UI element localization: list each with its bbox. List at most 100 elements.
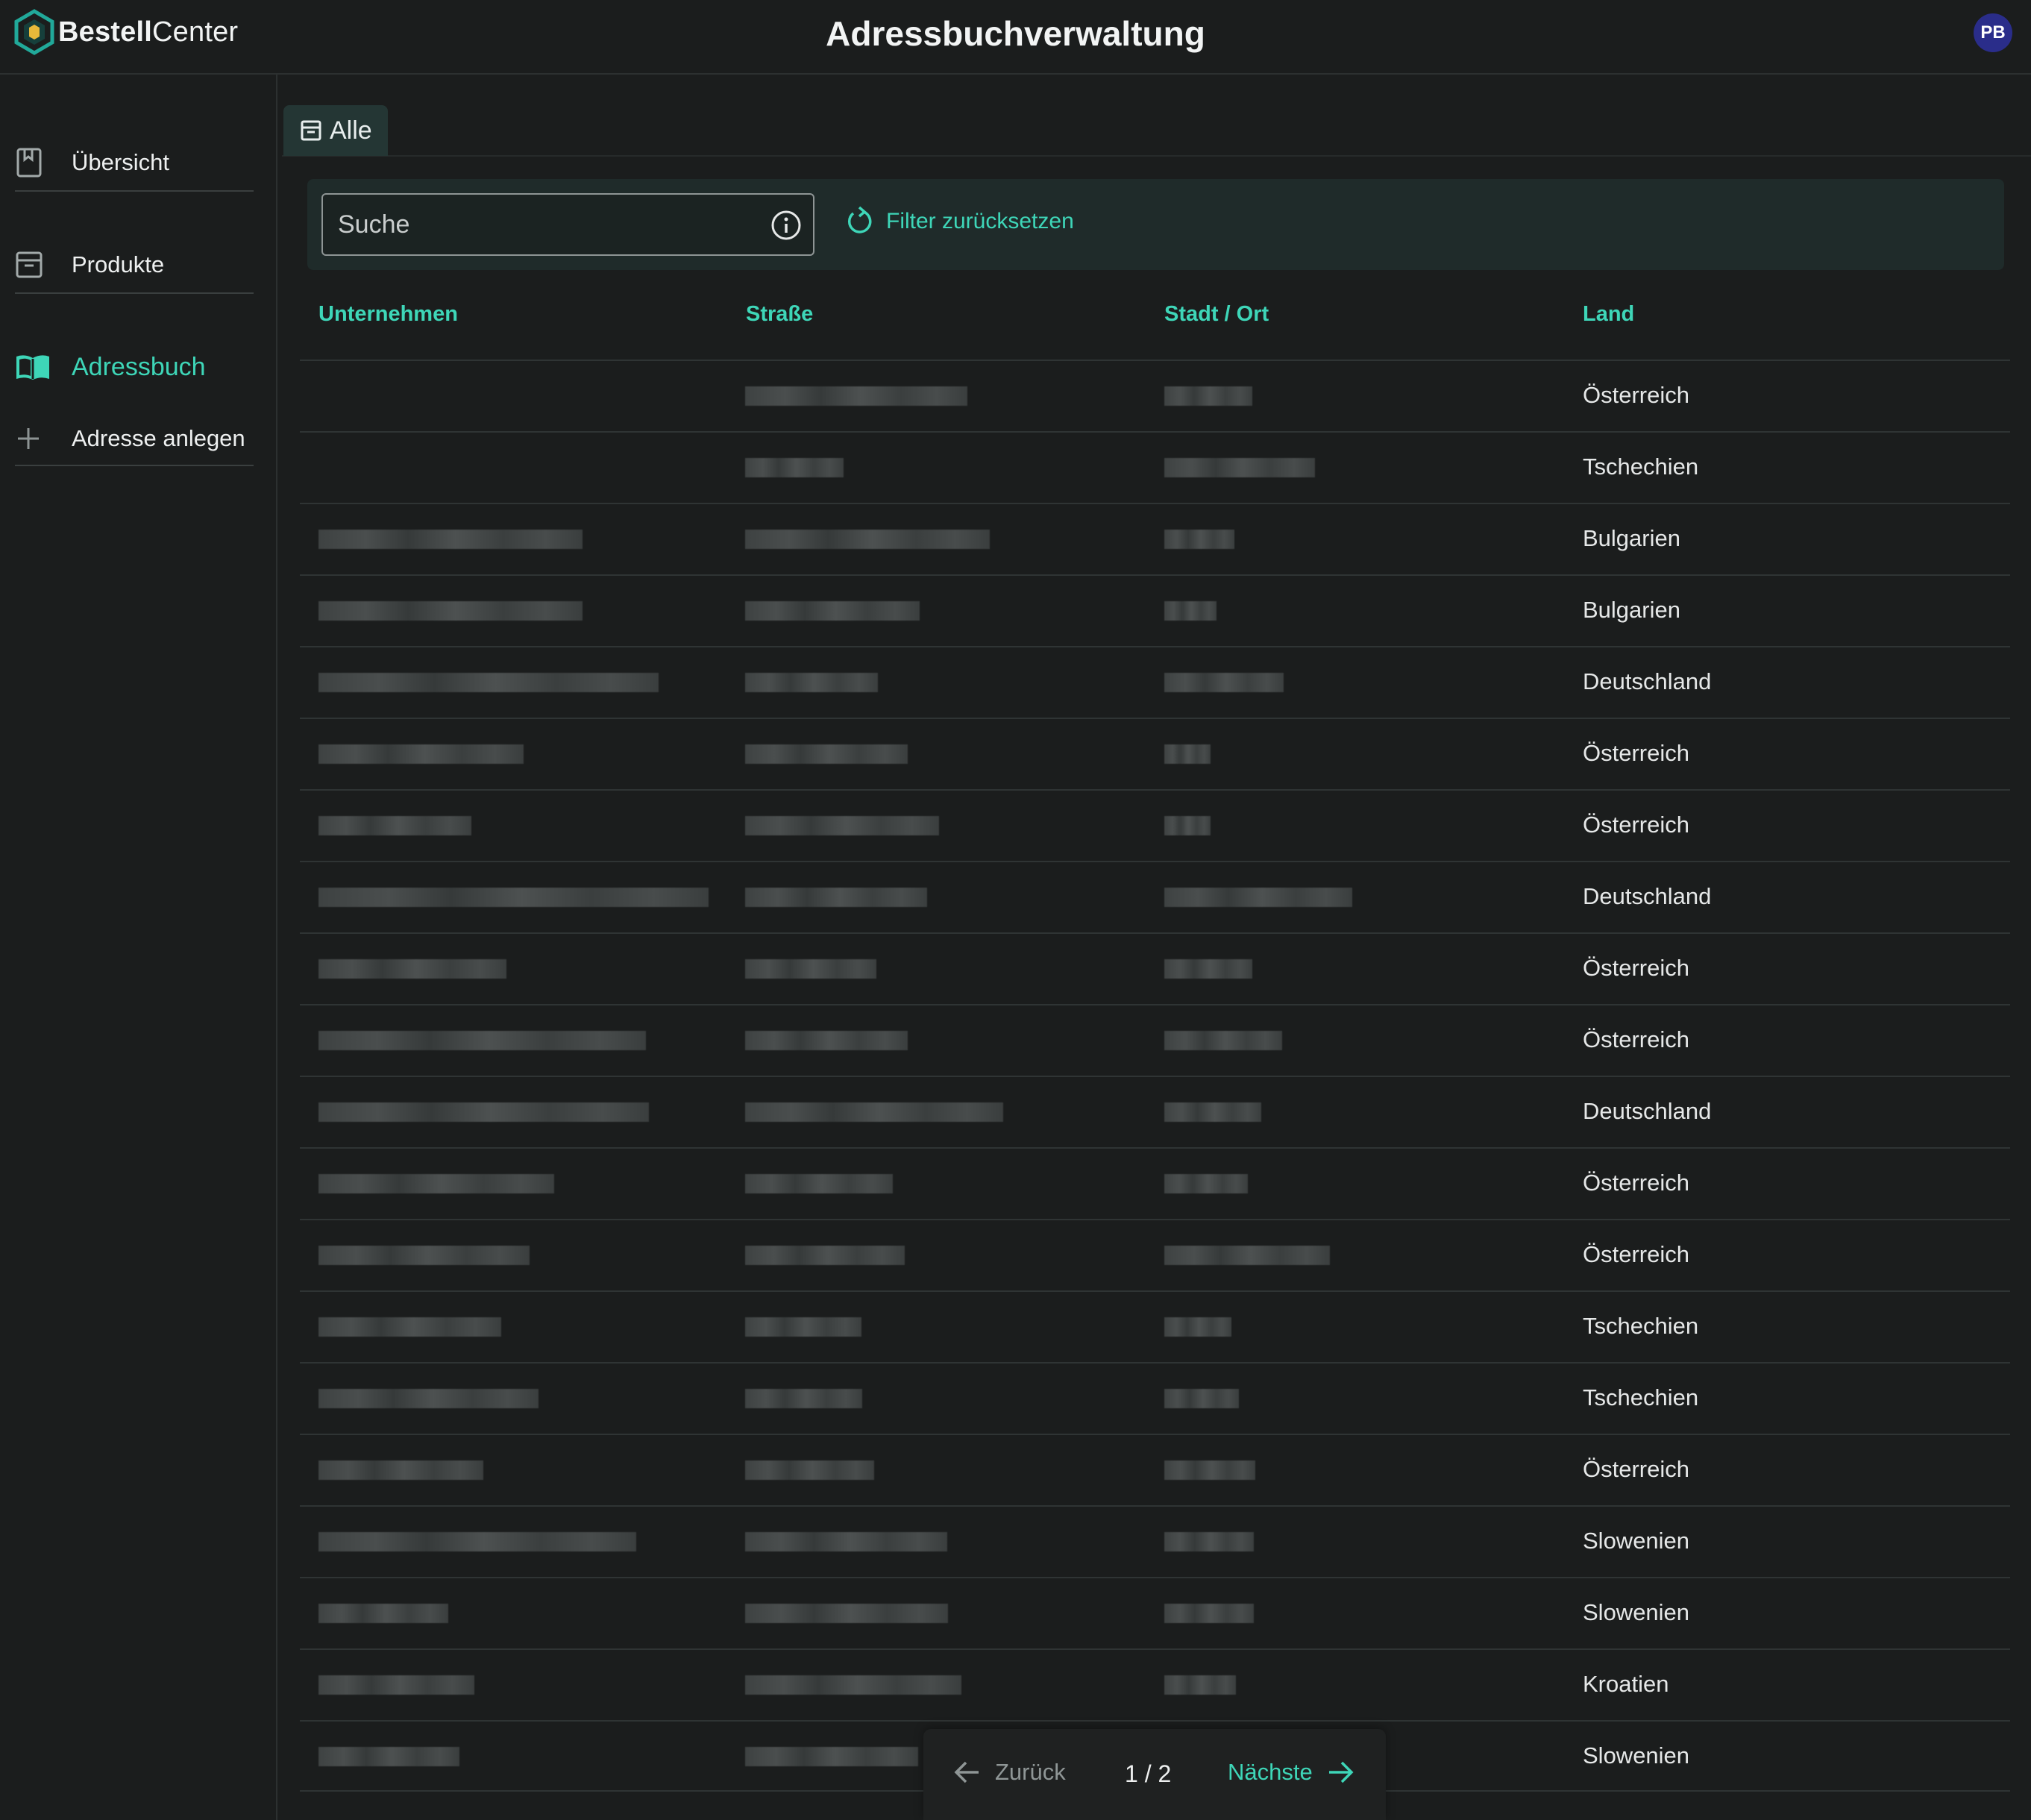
sidebar-divider bbox=[15, 190, 254, 192]
company-cell-redacted bbox=[318, 816, 471, 835]
previous-page-button[interactable]: Zurück bbox=[953, 1759, 1066, 1786]
street-cell-redacted bbox=[745, 530, 990, 549]
column-header-stadt[interactable]: Stadt / Ort bbox=[1164, 302, 1269, 327]
sidebar-item-adressbuch[interactable]: Adressbuch bbox=[15, 345, 206, 389]
company-cell-redacted bbox=[318, 1031, 646, 1050]
company-cell-redacted bbox=[318, 1317, 501, 1337]
table-row[interactable]: Deutschland bbox=[300, 646, 2010, 718]
archive-icon bbox=[301, 120, 321, 141]
column-header-land[interactable]: Land bbox=[1583, 302, 1634, 327]
app: BestellCenter Adressbuchverwaltung PB Üb… bbox=[0, 0, 2031, 1820]
street-cell-redacted bbox=[745, 888, 927, 907]
company-cell-redacted bbox=[318, 673, 659, 692]
country-cell: Deutschland bbox=[1583, 1098, 1712, 1124]
company-cell-redacted bbox=[318, 1174, 554, 1193]
table-row[interactable]: Österreich bbox=[300, 360, 2010, 431]
country-cell: Deutschland bbox=[1583, 883, 1712, 909]
previous-page-label: Zurück bbox=[995, 1759, 1066, 1785]
tab-bar: Alle bbox=[282, 104, 2031, 157]
table-row[interactable]: Österreich bbox=[300, 789, 2010, 861]
country-cell: Österreich bbox=[1583, 382, 1689, 408]
street-cell-redacted bbox=[745, 1389, 862, 1408]
street-cell-redacted bbox=[745, 601, 920, 621]
page-indicator: 1 / 2 bbox=[1125, 1760, 1172, 1787]
company-cell-redacted bbox=[318, 1675, 474, 1695]
table-row[interactable]: Slowenien bbox=[300, 1505, 2010, 1577]
table-row[interactable]: Österreich bbox=[300, 1004, 2010, 1076]
column-header-strasse[interactable]: Straße bbox=[746, 302, 813, 327]
street-cell-redacted bbox=[745, 458, 844, 477]
pagination: Zurück 1 / 2 Nächste bbox=[923, 1729, 1386, 1820]
sidebar: Übersicht Produkte Adressbuch Adresse an… bbox=[0, 75, 277, 1820]
table-row[interactable]: Bulgarien bbox=[300, 574, 2010, 646]
company-cell-redacted bbox=[318, 1102, 649, 1122]
country-cell: Österreich bbox=[1583, 955, 1689, 981]
city-cell-redacted bbox=[1164, 601, 1217, 621]
city-cell-redacted bbox=[1164, 1174, 1248, 1193]
user-avatar[interactable]: PB bbox=[1974, 13, 2012, 52]
table-row[interactable]: Tschechien bbox=[300, 431, 2010, 503]
reset-filter-label: Filter zurücksetzen bbox=[886, 209, 1074, 233]
city-cell-redacted bbox=[1164, 1389, 1239, 1408]
city-cell-redacted bbox=[1164, 816, 1211, 835]
sidebar-item-adresse-anlegen[interactable]: Adresse anlegen bbox=[15, 416, 245, 461]
company-cell-redacted bbox=[318, 1460, 483, 1480]
column-header-unternehmen[interactable]: Unternehmen bbox=[318, 302, 458, 327]
city-cell-redacted bbox=[1164, 1102, 1261, 1122]
street-cell-redacted bbox=[745, 1317, 861, 1337]
search-field bbox=[321, 193, 814, 256]
company-cell-redacted bbox=[318, 1532, 636, 1551]
next-page-label: Nächste bbox=[1228, 1759, 1313, 1785]
company-cell-redacted bbox=[318, 601, 583, 621]
tab-alle[interactable]: Alle bbox=[283, 105, 388, 156]
city-cell-redacted bbox=[1164, 386, 1252, 406]
sidebar-item-label: Adressbuch bbox=[72, 352, 206, 381]
sidebar-divider bbox=[15, 465, 254, 466]
table-row[interactable]: Tschechien bbox=[300, 1362, 2010, 1434]
table-row[interactable]: Tschechien bbox=[300, 1290, 2010, 1362]
country-cell: Österreich bbox=[1583, 1456, 1689, 1482]
city-cell-redacted bbox=[1164, 1675, 1236, 1695]
city-cell-redacted bbox=[1164, 1604, 1254, 1623]
plus-icon bbox=[15, 416, 60, 461]
table-row[interactable]: Österreich bbox=[300, 718, 2010, 789]
street-cell-redacted bbox=[745, 959, 876, 979]
table-row[interactable]: Deutschland bbox=[300, 1076, 2010, 1147]
table-row[interactable]: Österreich bbox=[300, 1147, 2010, 1219]
table-row[interactable]: Kroatien bbox=[300, 1648, 2010, 1720]
search-input[interactable] bbox=[323, 195, 770, 254]
arrow-right-icon bbox=[1328, 1761, 1354, 1783]
info-icon[interactable] bbox=[770, 210, 802, 241]
next-page-button[interactable]: Nächste bbox=[1228, 1759, 1354, 1786]
arrow-left-icon bbox=[954, 1761, 979, 1783]
country-cell: Österreich bbox=[1583, 1026, 1689, 1052]
table-row[interactable]: Slowenien bbox=[300, 1577, 2010, 1648]
street-cell-redacted bbox=[745, 1460, 874, 1480]
sidebar-item-produkte[interactable]: Produkte bbox=[15, 242, 164, 287]
sidebar-item-uebersicht[interactable]: Übersicht bbox=[15, 140, 169, 185]
country-cell: Slowenien bbox=[1583, 1599, 1690, 1625]
country-cell: Bulgarien bbox=[1583, 597, 1680, 623]
city-cell-redacted bbox=[1164, 1246, 1330, 1265]
table-row[interactable]: Österreich bbox=[300, 932, 2010, 1004]
country-cell: Österreich bbox=[1583, 1170, 1689, 1196]
company-cell-redacted bbox=[318, 1604, 448, 1623]
sidebar-item-label: Produkte bbox=[72, 251, 165, 277]
table-row[interactable]: Deutschland bbox=[300, 861, 2010, 932]
table-row[interactable]: Bulgarien bbox=[300, 503, 2010, 574]
company-cell-redacted bbox=[318, 888, 709, 907]
bookmark-icon bbox=[15, 140, 60, 185]
street-cell-redacted bbox=[745, 744, 908, 764]
table-row[interactable]: Österreich bbox=[300, 1434, 2010, 1505]
sidebar-item-label: Übersicht bbox=[72, 149, 169, 175]
street-cell-redacted bbox=[745, 1747, 918, 1766]
table-row[interactable]: Österreich bbox=[300, 1219, 2010, 1290]
company-cell-redacted bbox=[318, 1389, 539, 1408]
city-cell-redacted bbox=[1164, 1317, 1231, 1337]
address-table: Österreich Tschechien Bulgarien Bulgarien De… bbox=[300, 360, 2010, 1792]
city-cell-redacted bbox=[1164, 673, 1284, 692]
reset-filter-button[interactable]: Filter zurücksetzen bbox=[844, 206, 1074, 237]
country-cell: Slowenien bbox=[1583, 1742, 1690, 1769]
tab-label: Alle bbox=[330, 116, 372, 145]
country-cell: Tschechien bbox=[1583, 1384, 1699, 1410]
